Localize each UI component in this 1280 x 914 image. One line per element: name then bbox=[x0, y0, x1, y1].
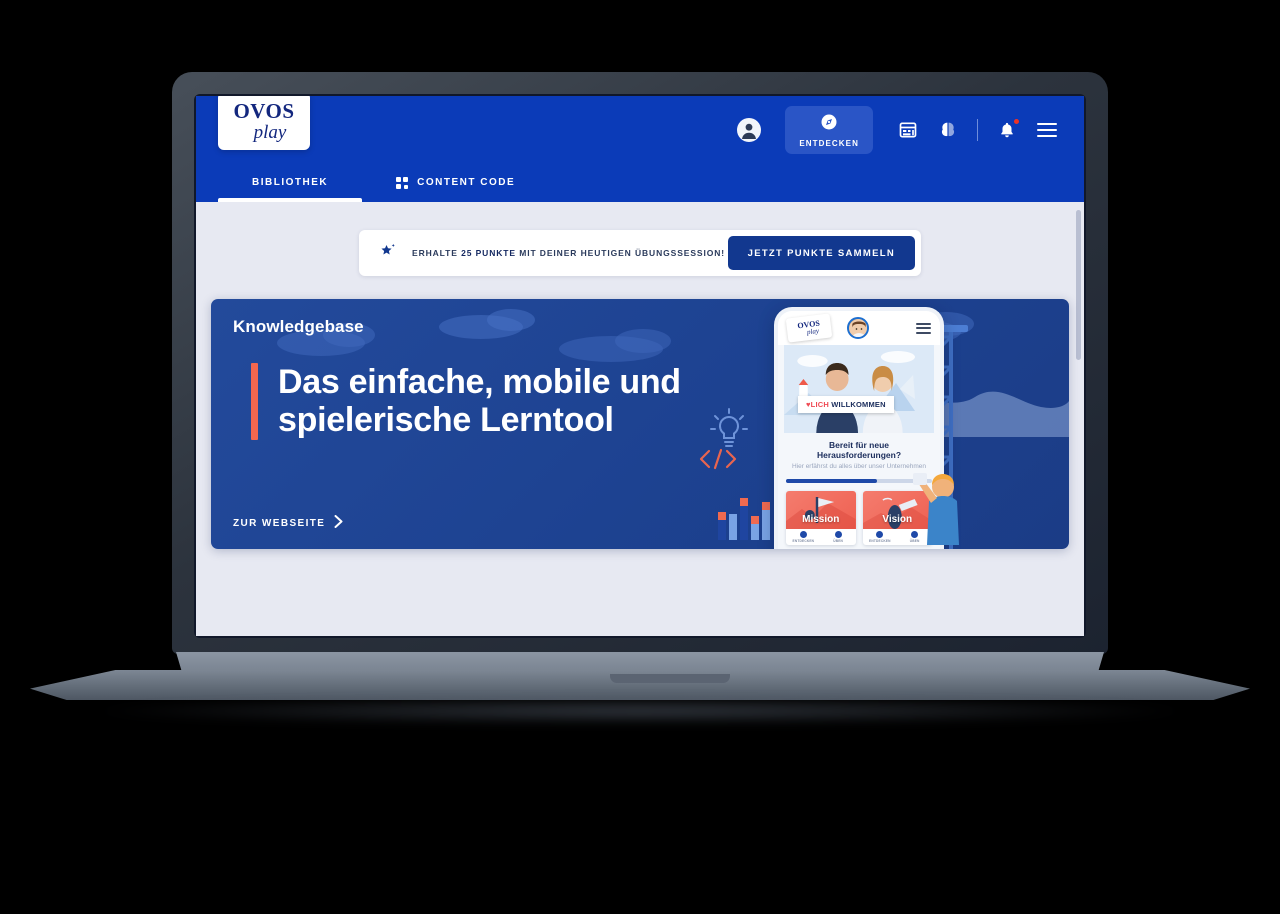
nav-divider bbox=[977, 118, 978, 141]
tab-bibliothek-label: BIBLIOTHEK bbox=[252, 177, 329, 188]
laptop-base-notch bbox=[610, 674, 730, 683]
phone-card-action-uben: ÜBEN bbox=[821, 529, 856, 545]
laptop-base bbox=[30, 652, 1250, 724]
qr-code-icon bbox=[396, 176, 409, 189]
worker-illustration bbox=[913, 473, 959, 545]
app-header: OVOS play ENTDECKEN bbox=[196, 96, 1084, 163]
brain-icon[interactable] bbox=[937, 119, 959, 141]
hero-website-link[interactable]: ZUR WEBSEITE bbox=[233, 515, 343, 531]
phone-card-action-label: ENTDECKEN bbox=[792, 538, 815, 543]
ribbon-text-lich: LICH bbox=[810, 400, 829, 409]
laptop-base-shadow bbox=[100, 698, 1180, 724]
hero-title-block: Das einfache, mobile und spielerische Le… bbox=[251, 363, 698, 440]
phone-menu-icon bbox=[916, 322, 931, 334]
tab-bibliothek[interactable]: BIBLIOTHEK bbox=[218, 163, 363, 202]
logo-text-play: play bbox=[253, 121, 287, 143]
hero-website-link-label: ZUR WEBSEITE bbox=[233, 517, 326, 529]
phone-subtitle: Hier erfährst du alles über unser Untern… bbox=[791, 463, 927, 470]
star-sparkle-icon bbox=[379, 241, 398, 265]
user-avatar-icon[interactable] bbox=[737, 117, 762, 142]
points-highlight: 25 PUNKTE bbox=[461, 248, 516, 258]
hero-category-label: Knowledgebase bbox=[233, 317, 364, 336]
brain-icon bbox=[834, 530, 842, 538]
phone-logo-play: play bbox=[806, 326, 820, 336]
logo-text-ovos: OVOS bbox=[233, 98, 295, 123]
points-text-before: ERHALTE bbox=[412, 248, 462, 258]
phone-hero-image: ♥LICH WILLKOMMEN bbox=[784, 345, 934, 433]
ovos-play-logo[interactable]: OVOS play bbox=[218, 96, 310, 150]
phone-card-image: Mission bbox=[786, 490, 856, 529]
phone-card-action-label: ÜBEN bbox=[833, 538, 844, 543]
list-item: Mission ENTDECKEN ÜBEN bbox=[786, 490, 856, 545]
phone-logo: OVOS play bbox=[785, 313, 833, 343]
chevron-right-icon bbox=[334, 515, 343, 531]
laptop-screen: OVOS play ENTDECKEN BIBLIOTHEK CONTENT C… bbox=[196, 96, 1084, 636]
phone-welcome-ribbon: ♥LICH WILLKOMMEN bbox=[798, 396, 894, 413]
daily-points-banner: ERHALTE 25 PUNKTE MIT DEINER HEUTIGEN ÜB… bbox=[359, 230, 921, 276]
phone-question: Bereit für neue Herausforderungen? bbox=[816, 440, 902, 460]
compass-icon bbox=[820, 113, 838, 136]
notification-bell-icon[interactable] bbox=[996, 117, 1020, 141]
phone-card-title: Mission bbox=[802, 513, 840, 525]
code-brackets-icon bbox=[699, 448, 737, 470]
hero-banner-card[interactable]: Knowledgebase Das einfache, mobile und s… bbox=[211, 299, 1069, 549]
bar-chart-icon bbox=[718, 498, 770, 540]
phone-card-action-entdecken: ENTDECKEN bbox=[863, 529, 898, 545]
phone-card-action-entdecken: ENTDECKEN bbox=[786, 529, 821, 545]
flashcards-icon[interactable] bbox=[897, 119, 919, 141]
points-text-after: MIT DEINER HEUTIGEN ÜBUNGSSESSION! bbox=[515, 248, 726, 258]
hero-accent-bar bbox=[251, 363, 258, 440]
phone-avatar bbox=[847, 317, 869, 339]
phone-progress-bar bbox=[786, 478, 932, 483]
laptop-bezel: OVOS play ENTDECKEN BIBLIOTHEK CONTENT C… bbox=[194, 94, 1086, 638]
laptop-lid: OVOS play ENTDECKEN BIBLIOTHEK CONTENT C… bbox=[172, 72, 1108, 654]
page-content: ERHALTE 25 PUNKTE MIT DEINER HEUTIGEN ÜB… bbox=[196, 202, 1084, 636]
points-banner-text: ERHALTE 25 PUNKTE MIT DEINER HEUTIGEN ÜB… bbox=[412, 248, 728, 258]
tab-bar: BIBLIOTHEK CONTENT CODE bbox=[196, 163, 1084, 202]
hero-title: Das einfache, mobile und spielerische Le… bbox=[278, 363, 681, 440]
phone-card-actions: ENTDECKEN ÜBEN bbox=[786, 529, 856, 545]
ribbon-text-willkommen: WILLKOMMEN bbox=[831, 400, 886, 409]
notification-badge bbox=[1013, 117, 1020, 125]
vertical-scrollbar[interactable] bbox=[1076, 210, 1081, 360]
nav-item-entdecken-label: ENTDECKEN bbox=[799, 138, 859, 148]
tab-content-code[interactable]: CONTENT CODE bbox=[362, 163, 549, 202]
compass-icon bbox=[799, 530, 807, 538]
screenshot-stage: OVOS play ENTDECKEN BIBLIOTHEK CONTENT C… bbox=[0, 0, 1280, 914]
hamburger-menu-icon[interactable] bbox=[1036, 119, 1058, 141]
phone-header: OVOS play bbox=[778, 311, 940, 345]
phone-card-action-label: ENTDECKEN bbox=[869, 538, 891, 543]
nav-item-entdecken[interactable]: ENTDECKEN bbox=[785, 105, 873, 154]
header-nav: ENTDECKEN bbox=[737, 105, 1084, 154]
compass-icon bbox=[876, 530, 884, 538]
collect-points-button[interactable]: JETZT PUNKTE SAMMELN bbox=[727, 236, 915, 270]
phone-card-list: Mission ENTDECKEN ÜBEN Vision ENTDECKEN … bbox=[786, 490, 932, 545]
tab-content-code-label: CONTENT CODE bbox=[417, 177, 516, 188]
